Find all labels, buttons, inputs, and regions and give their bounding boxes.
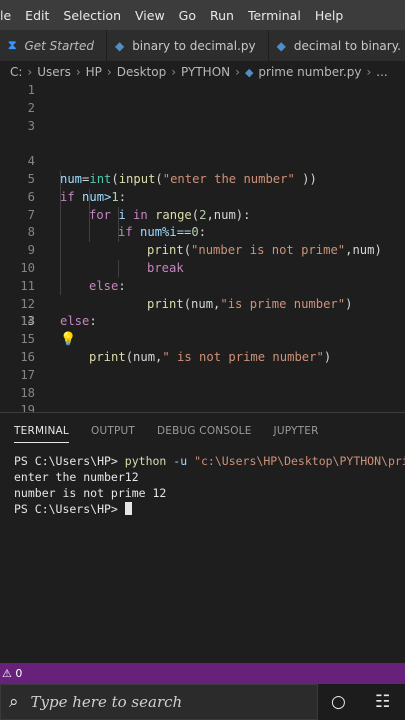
- chevron-right-icon: ›: [27, 65, 33, 79]
- terminal-command: python: [124, 454, 167, 468]
- breadcrumb: C: › Users › HP › Desktop › PYTHON › ◆ p…: [0, 61, 405, 83]
- chevron-right-icon: ›: [171, 65, 177, 79]
- cortana-icon[interactable]: ○: [331, 692, 346, 712]
- tab-terminal[interactable]: TERMINAL: [14, 413, 69, 449]
- terminal-line: PS C:\Users\HP> python -u "c:\Users\HP\D…: [14, 453, 405, 469]
- code-line: 13 💡 print(num," is not prime number"): [0, 296, 405, 364]
- code-line: 4 num=int(input("enter the number" )): [0, 135, 405, 186]
- code-line: 16: [0, 349, 405, 367]
- terminal-path: "c:\Users\HP\Desktop\PYTHON\prime: [194, 454, 405, 468]
- code-editor[interactable]: 1 2 3 4 num=int(input("enter the number"…: [0, 82, 405, 412]
- line-number: 18: [20, 385, 35, 400]
- menu-selection[interactable]: Selection: [56, 8, 128, 23]
- line-number: 17: [20, 367, 35, 382]
- menu-bar: le Edit Selection View Go Run Terminal H…: [0, 0, 405, 30]
- terminal-line: enter the number12: [14, 470, 139, 484]
- terminal-cursor: [124, 502, 132, 515]
- python-file-icon: ◆: [244, 65, 254, 79]
- search-placeholder: Type here to search: [30, 693, 183, 711]
- terminal-line: number is not prime 12: [14, 486, 167, 500]
- taskbar: ⌕ Type here to search ○ ☷: [0, 684, 405, 720]
- menu-go[interactable]: Go: [172, 8, 203, 23]
- line-number: 1: [27, 83, 35, 97]
- menu-edit[interactable]: Edit: [18, 8, 56, 23]
- breadcrumb-item[interactable]: Desktop: [117, 65, 167, 79]
- line-number: 3: [27, 118, 35, 133]
- python-file-icon: ◆: [276, 38, 286, 53]
- menu-help[interactable]: Help: [308, 8, 351, 23]
- editor-tab-bar: ⧗ Get Started ◆ binary to decimal.py ◆ d…: [0, 30, 405, 61]
- line-number: 19: [20, 403, 35, 412]
- code-line: 18: [0, 385, 405, 403]
- tab-jupyter[interactable]: JUPYTER: [274, 413, 319, 449]
- line-number: 15: [20, 332, 35, 347]
- tab-label: Get Started: [24, 38, 94, 53]
- code-line: 15: [0, 331, 405, 349]
- code-line: 17: [0, 367, 405, 385]
- code-line: 7 if num%i==0:: [0, 189, 405, 240]
- vscode-icon: ⧗: [8, 38, 17, 52]
- status-bar: ⚠ 0: [0, 663, 405, 684]
- taskbar-search[interactable]: ⌕ Type here to search: [0, 684, 318, 720]
- tab-debug-console[interactable]: DEBUG CONSOLE: [157, 413, 252, 449]
- tab-get-started[interactable]: ⧗ Get Started: [0, 30, 107, 61]
- code-line: 11 print(num,"is prime number"): [0, 260, 405, 311]
- code-line: 19: [0, 402, 405, 412]
- chevron-right-icon: ›: [106, 65, 112, 79]
- code-line: 14: [0, 313, 405, 331]
- code-line: 8 print("number is not prime",num): [0, 207, 405, 257]
- code-line: 3: [0, 118, 405, 136]
- tab-label: decimal to binary.: [293, 38, 401, 53]
- chevron-right-icon: ›: [366, 65, 372, 79]
- code-line: 9 break: [0, 224, 405, 275]
- line-number: 16: [20, 350, 35, 364]
- code-line: 5 if num>1:: [0, 153, 405, 204]
- task-view-icon[interactable]: ☷: [375, 692, 390, 712]
- chevron-right-icon: ›: [75, 65, 81, 79]
- terminal-flag: -u: [173, 454, 188, 468]
- code-line: 10 else:: [0, 242, 405, 293]
- search-icon: ⌕: [9, 692, 19, 712]
- line-number: 14: [20, 314, 35, 329]
- breadcrumb-item[interactable]: ...: [376, 65, 387, 79]
- terminal-line: PS C:\Users\HP>: [14, 501, 405, 517]
- menu-run[interactable]: Run: [203, 8, 241, 23]
- tab-binary-to-decimal[interactable]: ◆ binary to decimal.py: [106, 30, 269, 61]
- code-line: 12 else:: [0, 278, 405, 329]
- terminal-prompt: PS C:\Users\HP>: [14, 454, 118, 468]
- breadcrumb-item[interactable]: prime number.py: [258, 65, 361, 79]
- menu-file[interactable]: le: [0, 8, 18, 23]
- breadcrumb-item[interactable]: PYTHON: [181, 65, 230, 79]
- tab-decimal-to-binary[interactable]: ◆ decimal to binary.: [268, 30, 405, 61]
- code-line: 1: [0, 82, 405, 100]
- python-file-icon: ◆: [114, 38, 125, 53]
- menu-view[interactable]: View: [128, 8, 172, 23]
- tab-label: binary to decimal.py: [132, 38, 256, 53]
- breadcrumb-item[interactable]: HP: [86, 65, 102, 79]
- chevron-right-icon: ›: [235, 65, 240, 79]
- tab-output[interactable]: OUTPUT: [91, 413, 135, 449]
- problems-indicator[interactable]: ⚠ 0: [2, 667, 22, 680]
- code-line: 6 for i in range(2,num):: [0, 171, 405, 222]
- menu-terminal[interactable]: Terminal: [241, 8, 308, 23]
- line-number: 2: [27, 100, 35, 115]
- breadcrumb-item[interactable]: C:: [10, 65, 22, 79]
- terminal[interactable]: PS C:\Users\HP> python -u "c:\Users\HP\D…: [14, 453, 405, 517]
- breadcrumb-item[interactable]: Users: [37, 65, 71, 79]
- code-line: 2: [0, 100, 405, 118]
- terminal-prompt: PS C:\Users\HP>: [14, 502, 118, 516]
- panel-tab-bar: TERMINAL OUTPUT DEBUG CONSOLE JUPYTER: [0, 413, 405, 449]
